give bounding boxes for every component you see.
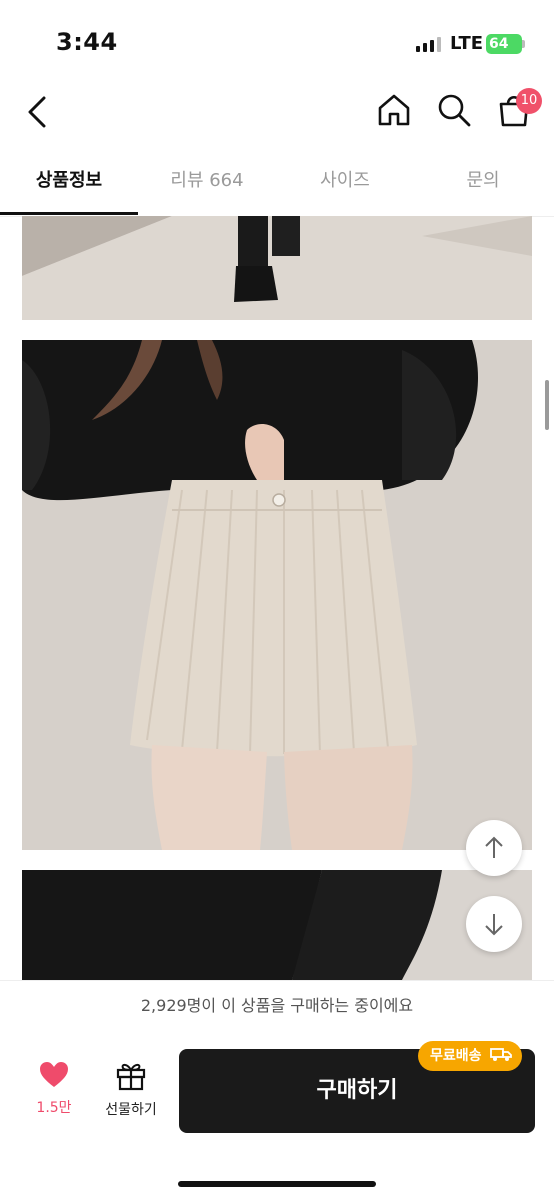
product-image — [22, 870, 532, 980]
status-bar: 3:44 LTE 64 — [0, 0, 554, 80]
like-count: 1.5만 — [36, 1100, 72, 1116]
network-label: LTE — [450, 33, 484, 54]
status-time: 3:44 — [56, 28, 118, 56]
tab-reviews[interactable]: 리뷰 664 — [138, 152, 276, 212]
tab-inquiry[interactable]: 문의 — [414, 152, 552, 212]
product-image — [22, 340, 532, 850]
search-icon[interactable] — [434, 90, 474, 130]
purchase-activity-notice: 2,929명이 이 상품을 구매하는 중이에요 — [0, 980, 554, 1032]
gift-button[interactable]: 선물하기 — [96, 1061, 166, 1119]
arrow-down-icon — [485, 914, 503, 936]
battery-tip — [522, 40, 525, 48]
active-tab-indicator — [0, 212, 138, 215]
scrollbar[interactable] — [545, 380, 549, 430]
back-arrow-icon[interactable] — [20, 92, 56, 132]
home-indicator — [178, 1181, 376, 1187]
signal-icon — [416, 36, 444, 52]
bottom-action-bar: 1.5만 선물하기 구매하기 무료배송 — [0, 1031, 554, 1200]
free-shipping-label: 무료배송 — [430, 1048, 482, 1064]
arrow-up-icon — [485, 836, 503, 858]
scroll-to-top-button[interactable] — [466, 820, 522, 876]
heart-icon — [40, 1062, 68, 1087]
like-button[interactable]: 1.5만 — [24, 1061, 84, 1117]
free-shipping-badge: 무료배송 — [418, 1041, 523, 1071]
tab-product-info[interactable]: 상품정보 — [0, 152, 138, 212]
scroll-to-bottom-button[interactable] — [466, 896, 522, 952]
gift-icon — [116, 1063, 146, 1091]
battery-icon: 64 — [486, 34, 522, 54]
product-image — [22, 216, 532, 320]
truck-icon — [490, 1048, 513, 1061]
tab-size[interactable]: 사이즈 — [276, 152, 414, 212]
top-nav — [0, 80, 554, 144]
home-icon[interactable] — [374, 90, 414, 130]
gift-label: 선물하기 — [105, 1102, 157, 1118]
product-tabs: 상품정보 리뷰 664 사이즈 문의 — [0, 152, 554, 217]
cart-count-badge: 10 — [516, 88, 542, 114]
